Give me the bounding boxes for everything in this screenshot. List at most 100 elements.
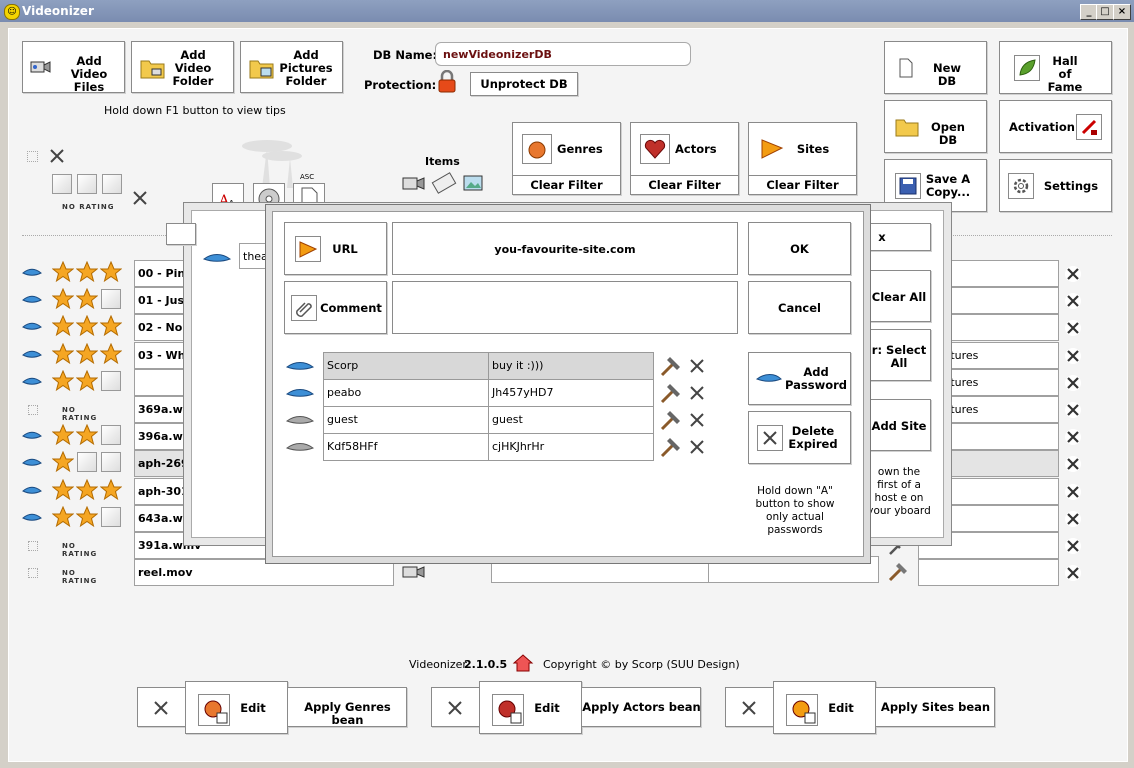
video-item-icon[interactable] (400, 172, 426, 194)
rating-box[interactable] (101, 370, 121, 391)
edit-genres-button[interactable]: Edit (185, 681, 288, 734)
rating-box-1[interactable] (52, 174, 72, 194)
close-icon[interactable] (152, 699, 170, 717)
unprotect-db-button[interactable]: Unprotect DB (470, 72, 578, 96)
comment-label-button[interactable]: Comment (284, 281, 387, 334)
clear-all-button[interactable]: Clear All (867, 270, 931, 322)
star-icon[interactable] (52, 451, 74, 473)
sites-filter[interactable]: Sites Clear Filter (748, 122, 857, 195)
star-icon[interactable] (52, 288, 74, 310)
close-icon[interactable] (740, 699, 758, 717)
settings-button[interactable]: Settings (999, 159, 1112, 212)
row-pictures-cell[interactable] (918, 559, 1059, 587)
delete-row-icon[interactable] (1064, 483, 1082, 501)
delete-row-icon[interactable] (1064, 510, 1082, 528)
star-icon[interactable] (76, 424, 98, 446)
delete-row-icon[interactable] (1064, 537, 1082, 555)
star-icon[interactable] (76, 369, 98, 392)
delete-row-icon[interactable] (1064, 347, 1082, 365)
delete-password-icon[interactable] (688, 357, 706, 375)
delete-password-icon[interactable] (688, 411, 706, 429)
add-password-button[interactable]: Add Password (748, 352, 851, 405)
rating-box[interactable] (101, 425, 121, 446)
rating-box[interactable] (77, 452, 97, 473)
url-label-button[interactable]: URL (284, 222, 387, 275)
delete-row-icon[interactable] (1064, 428, 1082, 446)
ok-button[interactable]: OK (748, 222, 851, 275)
add-video-files-button[interactable]: Add Video Files (22, 41, 125, 94)
delete-expired-button[interactable]: Delete Expired (748, 411, 851, 464)
star-icon[interactable] (52, 424, 74, 446)
rating-box[interactable] (101, 452, 121, 473)
close-icon[interactable] (446, 699, 464, 717)
star-icon[interactable] (76, 478, 98, 501)
actors-clear-filter-button[interactable]: Clear Filter (631, 175, 738, 195)
add-site-button[interactable]: Add Site (867, 399, 931, 451)
row-checkbox[interactable] (28, 405, 38, 415)
db-name-input[interactable]: newVideonizerDB (435, 42, 691, 66)
rating-box-2[interactable] (77, 174, 97, 194)
home-icon[interactable] (512, 653, 534, 673)
apply-actors-bean-button[interactable]: Apply Actors bean (582, 687, 701, 727)
star-icon[interactable] (76, 342, 98, 365)
star-icon[interactable] (100, 315, 122, 337)
password-user[interactable]: peabo (323, 379, 489, 407)
apply-genres-bean-button[interactable]: Apply Genres bean (288, 687, 407, 727)
password-value[interactable]: guest (488, 406, 654, 434)
picture-item-icon[interactable] (461, 171, 487, 195)
delete-password-icon[interactable] (688, 384, 706, 402)
edit-tools-icon[interactable] (658, 382, 682, 406)
add-video-folder-button[interactable]: Add Video Folder (131, 41, 234, 93)
star-icon[interactable] (52, 261, 74, 283)
genres-filter[interactable]: Genres Clear Filter (512, 122, 621, 195)
row-checkbox[interactable] (28, 568, 38, 579)
password-user[interactable]: guest (323, 406, 489, 434)
sites-dialog-left-tab[interactable] (166, 223, 196, 245)
row-checkbox[interactable] (28, 541, 38, 551)
star-icon[interactable] (76, 315, 98, 337)
star-icon[interactable] (52, 478, 74, 501)
password-user[interactable]: Scorp (323, 352, 489, 380)
delete-row-icon[interactable] (1064, 401, 1082, 419)
add-pictures-folder-button[interactable]: Add Pictures Folder (240, 41, 343, 93)
password-user[interactable]: Kdf58HFf (323, 433, 489, 461)
select-all-button[interactable]: r: Select All (867, 329, 931, 381)
delete-row-icon[interactable] (1064, 564, 1082, 582)
star-icon[interactable] (100, 261, 122, 283)
star-icon[interactable] (52, 505, 74, 528)
tools-icon[interactable] (887, 561, 909, 583)
edit-tools-icon[interactable] (658, 355, 682, 379)
actors-filter[interactable]: Actors Clear Filter (630, 122, 739, 195)
edit-tools-icon[interactable] (658, 436, 682, 460)
delete-row-icon[interactable] (1064, 319, 1082, 337)
delete-password-icon[interactable] (688, 438, 706, 456)
delete-row-icon[interactable] (1064, 292, 1082, 310)
film-item-icon[interactable] (431, 170, 457, 196)
close-window-button[interactable]: × (1113, 4, 1131, 20)
edit-actors-button[interactable]: Edit (479, 681, 582, 734)
star-icon[interactable] (76, 505, 98, 528)
edit-tools-icon[interactable] (658, 409, 682, 433)
close-icon[interactable] (48, 147, 66, 165)
password-value[interactable]: buy it :))) (488, 352, 654, 380)
star-icon[interactable] (76, 288, 98, 310)
open-db-button[interactable]: Open DB (884, 100, 987, 153)
rating-box[interactable] (101, 289, 121, 310)
title-bar[interactable]: ☺ Videonizer _ □ × (0, 0, 1134, 22)
delete-row-icon[interactable] (1064, 265, 1082, 283)
url-input[interactable]: you-favourite-site.com (392, 222, 738, 275)
cancel-button[interactable]: Cancel (748, 281, 851, 334)
star-icon[interactable] (52, 342, 74, 365)
comment-input[interactable] (392, 281, 738, 334)
password-value[interactable]: cjHKJhrHr (488, 433, 654, 461)
activation-button[interactable]: Activation (999, 100, 1112, 153)
rating-filter-checkbox[interactable] (27, 151, 38, 162)
rating-box-3[interactable] (102, 174, 122, 194)
star-icon[interactable] (100, 478, 122, 501)
delete-row-icon[interactable] (1064, 455, 1082, 473)
edit-sites-button[interactable]: Edit (773, 681, 876, 734)
close-icon[interactable] (131, 189, 149, 207)
new-db-button[interactable]: New DB (884, 41, 987, 94)
apply-sites-bean-button[interactable]: Apply Sites bean (876, 687, 995, 727)
rating-box[interactable] (101, 506, 121, 527)
